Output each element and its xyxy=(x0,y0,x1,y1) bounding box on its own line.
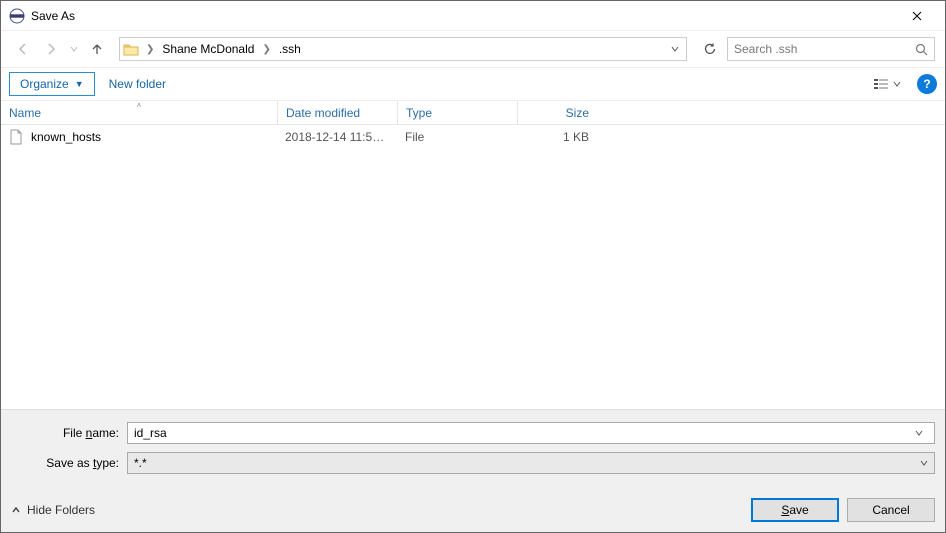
nav-row: ❯ Shane McDonald ❯ .ssh Search .ssh xyxy=(1,31,945,67)
bottom-pane: File name: Save as type: *.* Hide Folder… xyxy=(1,409,945,532)
hide-folders-button[interactable]: Hide Folders xyxy=(11,503,95,517)
file-row[interactable]: known_hosts 2018-12-14 11:59 ... File 1 … xyxy=(1,125,945,149)
file-name: known_hosts xyxy=(31,130,101,144)
new-folder-button[interactable]: New folder xyxy=(101,73,174,95)
app-icon xyxy=(9,8,25,24)
caret-down-icon xyxy=(893,80,901,88)
file-date: 2018-12-14 11:59 ... xyxy=(277,130,397,144)
chevron-up-icon xyxy=(11,505,21,515)
search-icon xyxy=(915,43,928,56)
hide-folders-label: Hide Folders xyxy=(27,503,95,517)
button-row: Hide Folders Save Cancel xyxy=(11,498,935,522)
chevron-right-icon: ❯ xyxy=(258,44,274,55)
file-icon xyxy=(9,129,25,145)
cancel-button[interactable]: Cancel xyxy=(847,498,935,522)
savetype-row: Save as type: *.* xyxy=(11,452,935,474)
close-button[interactable] xyxy=(897,2,937,30)
savetype-value: *.* xyxy=(134,456,920,470)
file-type: File xyxy=(397,130,517,144)
forward-button[interactable] xyxy=(39,37,63,61)
back-button[interactable] xyxy=(11,37,35,61)
filename-input[interactable] xyxy=(134,426,910,440)
column-date[interactable]: Date modified xyxy=(277,101,397,124)
filename-dropdown[interactable] xyxy=(910,429,928,437)
caret-down-icon xyxy=(920,459,928,467)
filename-row: File name: xyxy=(11,422,935,444)
column-headers: Name ˄ Date modified Type Size xyxy=(1,101,945,125)
folder-icon xyxy=(120,42,142,56)
column-type[interactable]: Type xyxy=(397,101,517,124)
column-size[interactable]: Size xyxy=(517,101,597,124)
breadcrumb-seg-2[interactable]: .ssh xyxy=(275,42,305,56)
address-dropdown[interactable] xyxy=(664,44,686,54)
savetype-combo[interactable]: *.* xyxy=(127,452,935,474)
savetype-label: Save as type: xyxy=(11,456,127,470)
organize-label: Organize xyxy=(20,77,69,91)
save-button[interactable]: Save xyxy=(751,498,839,522)
search-placeholder: Search .ssh xyxy=(734,42,915,56)
organize-button[interactable]: Organize ▼ xyxy=(9,72,95,96)
history-dropdown[interactable] xyxy=(67,45,81,53)
chevron-right-icon: ❯ xyxy=(142,44,158,55)
filename-input-wrap xyxy=(127,422,935,444)
help-button[interactable]: ? xyxy=(917,74,937,94)
title-bar: Save As xyxy=(1,1,945,31)
refresh-button[interactable] xyxy=(697,37,723,61)
column-name[interactable]: Name ˄ xyxy=(1,101,277,124)
sort-indicator-icon: ˄ xyxy=(137,101,142,110)
filename-label: File name: xyxy=(11,426,127,440)
file-size: 1 KB xyxy=(517,130,597,144)
caret-down-icon: ▼ xyxy=(75,79,84,89)
breadcrumb-seg-1[interactable]: Shane McDonald xyxy=(158,42,258,56)
search-input[interactable]: Search .ssh xyxy=(727,37,935,61)
up-button[interactable] xyxy=(85,37,109,61)
toolbar: Organize ▼ New folder ? xyxy=(1,67,945,101)
file-list[interactable]: known_hosts 2018-12-14 11:59 ... File 1 … xyxy=(1,125,945,409)
address-bar[interactable]: ❯ Shane McDonald ❯ .ssh xyxy=(119,37,687,61)
view-options-button[interactable] xyxy=(869,72,905,96)
window-title: Save As xyxy=(31,9,897,23)
